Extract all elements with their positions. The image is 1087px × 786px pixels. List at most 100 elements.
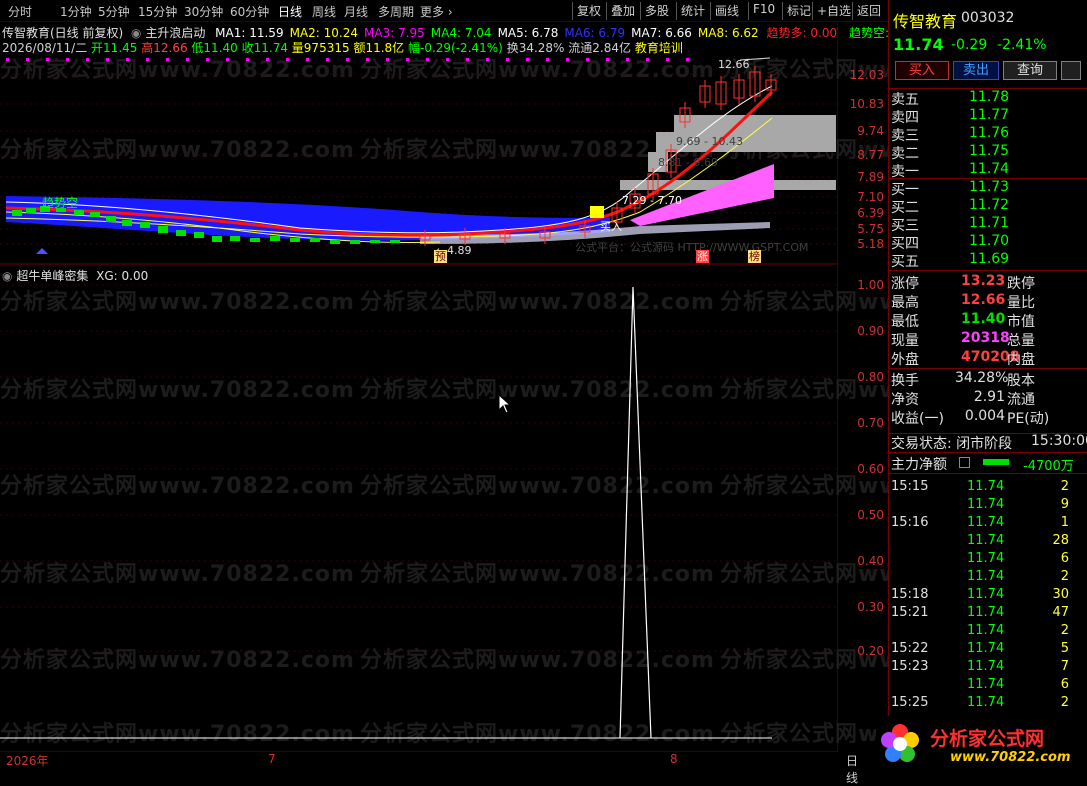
toolbar-button-7[interactable]: +自选 bbox=[812, 2, 851, 20]
toolbar-button-1[interactable]: 叠加 bbox=[606, 2, 635, 20]
info-float: 流通2.84亿 bbox=[568, 41, 632, 55]
period-tab-9[interactable]: 多周期 bbox=[378, 3, 414, 20]
candle-green bbox=[390, 240, 400, 243]
period-label: 日线 bbox=[846, 754, 859, 785]
buy-button[interactable]: 买入 bbox=[895, 61, 949, 80]
sub-toggle-icon[interactable]: ◉ bbox=[2, 269, 12, 283]
ask-row[interactable]: 卖四 11.77 bbox=[889, 107, 1087, 126]
candle-green bbox=[230, 236, 240, 241]
ask-row[interactable]: 卖一 11.74 bbox=[889, 161, 1087, 180]
period-tab-5[interactable]: 60分钟 bbox=[230, 3, 269, 20]
tick-row[interactable]: 15:22 11.74 5 bbox=[889, 640, 1087, 658]
sub-y-tick: 0.30 bbox=[857, 600, 884, 614]
toolbar-button-4[interactable]: 画线 bbox=[710, 2, 739, 20]
period-tab-0[interactable]: 分时 bbox=[8, 3, 32, 20]
up-marker: 涨 bbox=[696, 250, 709, 263]
signal-dot bbox=[66, 58, 69, 61]
chart-canvas[interactable] bbox=[0, 22, 838, 752]
toolbar-button-8[interactable]: 返回 bbox=[852, 2, 881, 20]
signal-dot bbox=[126, 58, 129, 61]
tick-row[interactable]: 11.74 6 bbox=[889, 676, 1087, 694]
tick-row[interactable]: 15:18 11.74 30 bbox=[889, 586, 1087, 604]
toolbar-button-6[interactable]: 标记 bbox=[782, 2, 811, 20]
kline-info-line: 2026/08/11/二 开11.45 高12.66 低11.40 收11.74… bbox=[2, 39, 683, 56]
signal-dot bbox=[426, 58, 429, 61]
ask-row[interactable]: 卖三 11.76 bbox=[889, 125, 1087, 144]
tick-price: 11.74 bbox=[967, 515, 1005, 530]
period-tab-2[interactable]: 5分钟 bbox=[98, 3, 130, 20]
tick-row[interactable]: 11.74 9 bbox=[889, 496, 1087, 514]
tick-volume: 6 bbox=[1060, 551, 1069, 566]
toolbar-button-2[interactable]: 多股 bbox=[640, 2, 669, 20]
chip-bar bbox=[674, 115, 836, 132]
tick-price: 11.74 bbox=[967, 659, 1005, 674]
logo-url: www.70822.com bbox=[950, 750, 1071, 765]
trend-long-label: 趋势多: 0.00 bbox=[766, 26, 838, 40]
bid-row[interactable]: 买四 11.70 bbox=[889, 233, 1087, 252]
tick-volume: 2 bbox=[1060, 569, 1069, 584]
tick-row[interactable]: 11.74 28 bbox=[889, 532, 1087, 550]
tick-row[interactable]: 11.74 6 bbox=[889, 550, 1087, 568]
period-tab-10[interactable]: 更多 › bbox=[420, 3, 453, 20]
candle-green bbox=[140, 222, 150, 228]
period-tab-6[interactable]: 日线 bbox=[278, 3, 302, 20]
net-flow-value: -4700万 bbox=[1023, 459, 1074, 474]
chart-area[interactable]: 分析家公式网www.70822.com 分析家公式网www.70822.com 分析… bbox=[0, 22, 1074, 785]
info-amount: 额11.8亿 bbox=[353, 41, 405, 55]
period-tab-1[interactable]: 1分钟 bbox=[60, 3, 92, 20]
toolbar-button-3[interactable]: 统计 bbox=[676, 2, 705, 20]
stats-row: 净资 2.91 流通 bbox=[889, 389, 1087, 408]
toolbar-button-5[interactable]: F10 bbox=[748, 2, 775, 20]
period-tab-8[interactable]: 月线 bbox=[344, 3, 368, 20]
candle-green bbox=[176, 230, 186, 236]
tick-row[interactable]: 11.74 2 bbox=[889, 568, 1087, 586]
stat-value: 34.28% bbox=[955, 370, 1009, 386]
ma-label-4: MA4: 7.04 bbox=[430, 26, 492, 40]
sub-y-tick: 0.20 bbox=[857, 644, 884, 658]
stat-label: 市值 bbox=[1007, 314, 1035, 330]
tick-row[interactable]: 15:25 11.74 2 bbox=[889, 694, 1087, 712]
signal-dot bbox=[226, 58, 229, 61]
order-level-label: 买三 bbox=[891, 218, 919, 234]
tick-price: 11.74 bbox=[967, 479, 1005, 494]
candle-green bbox=[26, 208, 36, 213]
trend-short-marker: 趋势空 bbox=[42, 196, 79, 210]
net-flow-label[interactable]: 主力净额 bbox=[891, 454, 947, 474]
toolbar-button-0[interactable]: 复权 bbox=[572, 2, 601, 20]
signal-dot bbox=[586, 58, 589, 61]
tick-row[interactable]: 15:16 11.74 1 bbox=[889, 514, 1087, 532]
tick-row[interactable]: 15:23 11.74 7 bbox=[889, 658, 1087, 676]
indicator-name[interactable]: 主升浪启动 bbox=[145, 26, 205, 40]
stat-value: 20318 bbox=[961, 330, 1010, 346]
period-tab-4[interactable]: 30分钟 bbox=[184, 3, 223, 20]
ask-row[interactable]: 卖二 11.75 bbox=[889, 143, 1087, 162]
bid-row[interactable]: 买五 11.69 bbox=[889, 251, 1087, 270]
bid-row[interactable]: 买二 11.72 bbox=[889, 197, 1087, 216]
order-level-label: 卖三 bbox=[891, 128, 919, 144]
bid-row[interactable]: 买一 11.73 bbox=[889, 179, 1087, 198]
period-tab-3[interactable]: 15分钟 bbox=[138, 3, 177, 20]
tick-price: 11.74 bbox=[967, 641, 1005, 656]
kline-y-tick: 7.89 bbox=[857, 170, 884, 184]
tick-row[interactable]: 15:21 11.74 47 bbox=[889, 604, 1087, 622]
period-tab-7[interactable]: 周线 bbox=[312, 3, 336, 20]
sub-title[interactable]: 超牛单峰密集 bbox=[16, 269, 88, 283]
stats-row: 现量 20318 总量 bbox=[889, 330, 1087, 349]
indicator-toggle-icon[interactable]: ◉ bbox=[131, 26, 141, 40]
stats-row: 最低 11.40 市值 bbox=[889, 311, 1087, 330]
stats-row: 最高 12.66 量比 bbox=[889, 292, 1087, 311]
bid-row[interactable]: 买三 11.71 bbox=[889, 215, 1087, 234]
signal-dot bbox=[166, 58, 169, 61]
sell-button[interactable]: 卖出 bbox=[953, 61, 999, 80]
tick-row[interactable]: 11.74 2 bbox=[889, 622, 1087, 640]
stat-value: 11.40 bbox=[961, 311, 1006, 327]
tick-row[interactable]: 15:15 11.74 2 bbox=[889, 478, 1087, 496]
sub-y-tick: 0.90 bbox=[857, 324, 884, 338]
panel-toggle-button[interactable] bbox=[1061, 61, 1081, 80]
sub-y-tick: 0.40 bbox=[857, 554, 884, 568]
order-price: 11.72 bbox=[969, 197, 1010, 213]
net-flow-menu-icon[interactable] bbox=[959, 457, 970, 468]
signal-dot bbox=[526, 58, 529, 61]
query-button[interactable]: 查询 bbox=[1003, 61, 1057, 80]
ask-row[interactable]: 卖五 11.78 bbox=[889, 89, 1087, 108]
